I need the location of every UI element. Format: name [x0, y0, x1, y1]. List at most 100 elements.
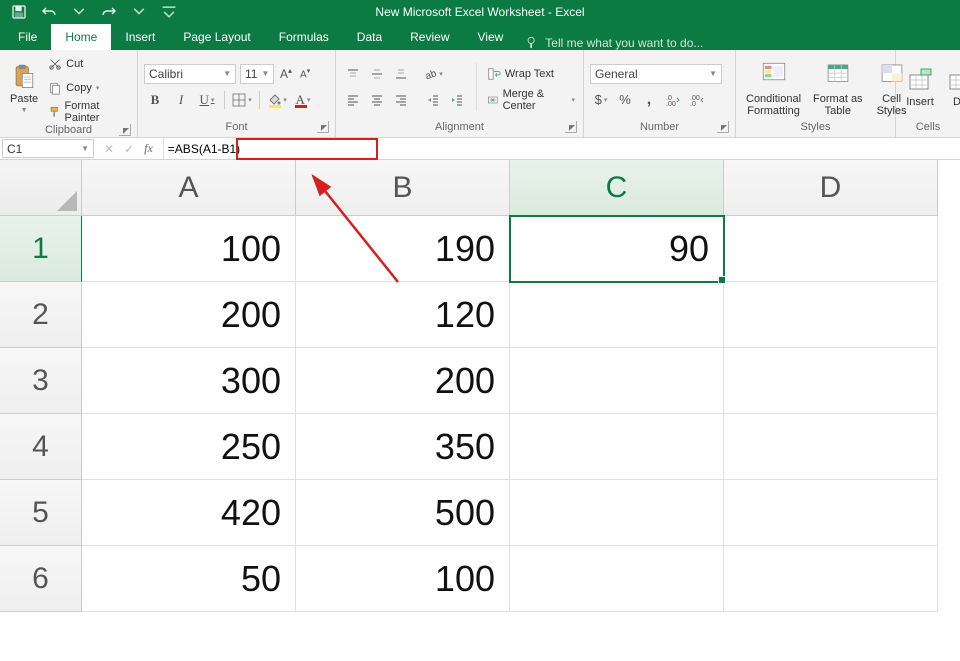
- cell-a1[interactable]: 100: [82, 216, 296, 282]
- cell-d4[interactable]: [724, 414, 938, 480]
- cell-d2[interactable]: [724, 282, 938, 348]
- col-header-a[interactable]: A: [82, 160, 296, 216]
- redo-icon[interactable]: [98, 2, 120, 22]
- align-bottom-button[interactable]: [390, 64, 412, 84]
- format-as-table-button[interactable]: Format as Table: [809, 55, 867, 119]
- formula-input[interactable]: [168, 142, 308, 156]
- worksheet-grid[interactable]: A B C D 1 100 190 90 2 200 120 3 300 200…: [0, 160, 960, 612]
- clipboard-launcher-icon[interactable]: [119, 124, 131, 136]
- cell-a2[interactable]: 200: [82, 282, 296, 348]
- row-header-5[interactable]: 5: [0, 480, 82, 546]
- font-name-combo[interactable]: Calibri▼: [144, 64, 236, 84]
- save-icon[interactable]: [8, 2, 30, 22]
- row-header-1[interactable]: 1: [0, 216, 82, 282]
- cut-button[interactable]: Cut: [46, 54, 131, 74]
- tab-view[interactable]: View: [464, 24, 518, 50]
- cell-c4[interactable]: [510, 414, 724, 480]
- comma-format-button[interactable]: ,: [638, 90, 660, 110]
- select-all-corner[interactable]: [0, 160, 82, 216]
- number-format-combo[interactable]: General▼: [590, 64, 722, 84]
- row-header-6[interactable]: 6: [0, 546, 82, 612]
- cell-c5[interactable]: [510, 480, 724, 546]
- increase-decimal-button[interactable]: .0.00: [662, 90, 684, 110]
- copy-button[interactable]: Copy ▾: [46, 78, 131, 98]
- tell-me-search[interactable]: Tell me what you want to do...: [525, 36, 703, 50]
- align-middle-button[interactable]: [366, 64, 388, 84]
- cell-c3[interactable]: [510, 348, 724, 414]
- wrap-text-button[interactable]: Wrap Text: [485, 64, 577, 84]
- cell-c2[interactable]: [510, 282, 724, 348]
- italic-button[interactable]: I: [170, 90, 192, 110]
- fill-color-button[interactable]: ▾: [266, 90, 288, 110]
- cell-b1[interactable]: 190: [296, 216, 510, 282]
- conditional-formatting-icon: [757, 57, 791, 91]
- cell-d6[interactable]: [724, 546, 938, 612]
- number-launcher-icon[interactable]: [717, 121, 729, 133]
- undo-dropdown-icon[interactable]: [68, 2, 90, 22]
- format-painter-button[interactable]: Format Painter: [46, 102, 131, 122]
- name-box-value: C1: [7, 142, 22, 156]
- borders-button[interactable]: ▾: [231, 90, 253, 110]
- cell-a6[interactable]: 50: [82, 546, 296, 612]
- qat-customize-icon[interactable]: [158, 2, 180, 22]
- name-box[interactable]: C1 ▼: [2, 139, 94, 158]
- cell-d5[interactable]: [724, 480, 938, 546]
- tab-formulas[interactable]: Formulas: [265, 24, 343, 50]
- col-header-d[interactable]: D: [724, 160, 938, 216]
- col-header-c[interactable]: C: [510, 160, 724, 216]
- delete-cells-button[interactable]: De: [942, 64, 960, 110]
- row-5: 5 420 500: [0, 480, 960, 546]
- conditional-formatting-button[interactable]: Conditional Formatting: [742, 55, 805, 119]
- font-size-combo[interactable]: 11▼: [240, 64, 274, 84]
- cell-d1[interactable]: [724, 216, 938, 282]
- cell-d3[interactable]: [724, 348, 938, 414]
- tab-page-layout[interactable]: Page Layout: [169, 24, 264, 50]
- align-top-button[interactable]: [342, 64, 364, 84]
- fx-icon[interactable]: fx: [144, 141, 153, 156]
- font-launcher-icon[interactable]: [317, 121, 329, 133]
- row-header-2[interactable]: 2: [0, 282, 82, 348]
- cell-b6[interactable]: 100: [296, 546, 510, 612]
- alignment-launcher-icon[interactable]: [565, 121, 577, 133]
- align-left-button[interactable]: [342, 90, 364, 110]
- cell-a4[interactable]: 250: [82, 414, 296, 480]
- font-color-button[interactable]: A▾: [292, 90, 314, 110]
- increase-indent-button[interactable]: [446, 90, 468, 110]
- tab-home[interactable]: Home: [51, 24, 111, 50]
- decrease-indent-button[interactable]: [422, 90, 444, 110]
- tab-file[interactable]: File: [4, 24, 51, 50]
- insert-cells-button[interactable]: Insert: [902, 64, 938, 110]
- decrease-decimal-button[interactable]: .00.0: [686, 90, 708, 110]
- cell-b2[interactable]: 120: [296, 282, 510, 348]
- paste-button[interactable]: Paste ▼: [6, 61, 42, 116]
- col-header-b[interactable]: B: [296, 160, 510, 216]
- cell-b3[interactable]: 200: [296, 348, 510, 414]
- underline-button[interactable]: U▾: [196, 90, 218, 110]
- cell-b5[interactable]: 500: [296, 480, 510, 546]
- name-box-dropdown-icon[interactable]: ▼: [81, 144, 89, 153]
- percent-format-button[interactable]: %: [614, 90, 636, 110]
- cell-c6[interactable]: [510, 546, 724, 612]
- shrink-font-icon[interactable]: A▾: [298, 67, 312, 80]
- orientation-button[interactable]: ab▾: [422, 64, 444, 84]
- font-name-value: Calibri: [149, 67, 183, 81]
- enter-formula-icon[interactable]: ✓: [124, 142, 134, 156]
- tab-review[interactable]: Review: [396, 24, 463, 50]
- cell-b4[interactable]: 350: [296, 414, 510, 480]
- tab-insert[interactable]: Insert: [111, 24, 169, 50]
- cell-a3[interactable]: 300: [82, 348, 296, 414]
- cell-c1[interactable]: 90: [510, 216, 724, 282]
- row-header-3[interactable]: 3: [0, 348, 82, 414]
- undo-icon[interactable]: [38, 2, 60, 22]
- row-header-4[interactable]: 4: [0, 414, 82, 480]
- align-center-button[interactable]: [366, 90, 388, 110]
- tab-data[interactable]: Data: [343, 24, 396, 50]
- redo-dropdown-icon[interactable]: [128, 2, 150, 22]
- cancel-formula-icon[interactable]: ✕: [104, 142, 114, 156]
- align-right-button[interactable]: [390, 90, 412, 110]
- merge-center-button[interactable]: Merge & Center ▾: [485, 90, 577, 110]
- accounting-format-button[interactable]: $▾: [590, 90, 612, 110]
- cell-a5[interactable]: 420: [82, 480, 296, 546]
- bold-button[interactable]: B: [144, 90, 166, 110]
- grow-font-icon[interactable]: A▴: [278, 66, 294, 81]
